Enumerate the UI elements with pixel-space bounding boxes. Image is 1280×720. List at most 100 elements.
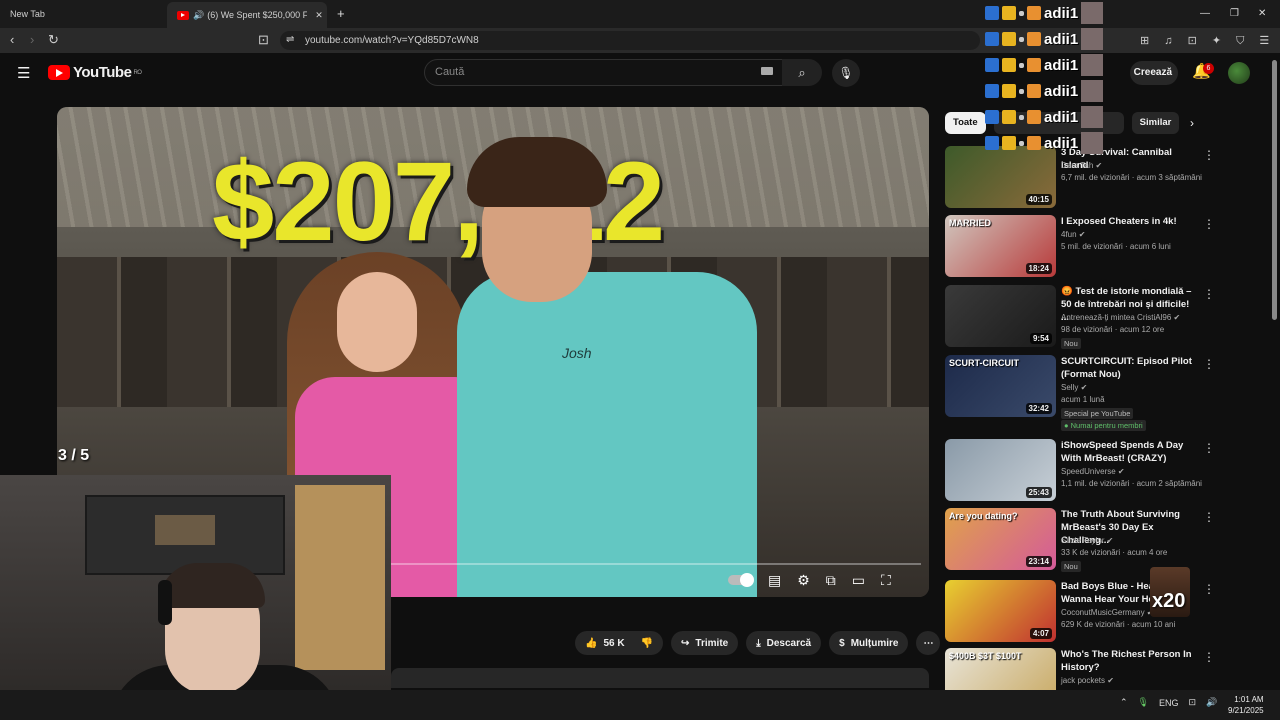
avatar[interactable] — [1228, 62, 1250, 84]
clock-date: 9/21/2025 — [1228, 706, 1264, 715]
channel-name[interactable]: Dara Tah ✔ — [1061, 161, 1102, 170]
dislike-icon[interactable]: 👎 — [641, 638, 653, 649]
more-options-icon[interactable]: ⋮ — [1203, 217, 1215, 231]
gift-badge-icon — [1027, 84, 1041, 98]
bookmark-icon[interactable]: ⊡ — [258, 32, 269, 48]
chevron-up-icon[interactable]: ⌃ — [1120, 697, 1128, 708]
new-tab-button[interactable]: + — [337, 6, 345, 21]
reload-icon[interactable]: ↻ — [48, 32, 59, 48]
video-title[interactable]: Who's The Richest Person In History? — [1061, 648, 1193, 674]
settings-gear-icon[interactable]: ⚙ — [797, 572, 810, 589]
video-thumbnail[interactable]: SCURT-CIRCUIT 32:42 — [945, 355, 1056, 417]
chip-similar[interactable]: Similar — [1131, 112, 1180, 134]
video-card[interactable]: 40:15 3 Day Survival: Cannibal Island Dara… — [945, 146, 1215, 210]
forward-icon[interactable]: › — [30, 32, 34, 47]
theater-mode-icon[interactable]: ▭ — [852, 572, 865, 589]
video-card[interactable]: MARRIED 18:24 I Exposed Cheaters in 4k! 4fu… — [945, 215, 1215, 279]
subtitles-icon[interactable]: ▤ — [768, 572, 781, 589]
video-thumbnail[interactable]: 4:07 — [945, 580, 1056, 642]
channel-name[interactable]: Suzie Taylor ✔ — [1061, 536, 1113, 545]
progress-bar[interactable] — [391, 563, 921, 565]
maximize-icon[interactable]: ❐ — [1230, 8, 1239, 19]
alert-username: adii1 — [1044, 4, 1079, 22]
network-icon[interactable]: ⊡ — [1189, 697, 1197, 708]
video-card[interactable]: 25:43 iShowSpeed Spends A Day With MrBeas… — [945, 439, 1215, 503]
youtube-logo[interactable]: YouTube RO — [48, 64, 142, 81]
download-button[interactable]: ⤓ Descarcă — [746, 631, 822, 655]
more-options-icon[interactable]: ⋮ — [1203, 148, 1215, 162]
sword-badge-icon — [985, 32, 999, 46]
sword-badge-icon — [985, 58, 999, 72]
more-options-icon[interactable]: ⋮ — [1203, 287, 1215, 301]
share-button[interactable]: ↪ Trimite — [671, 631, 739, 655]
more-options-icon[interactable]: ⋮ — [1203, 582, 1215, 596]
video-thumbnail[interactable]: MARRIED 18:24 — [945, 215, 1056, 277]
description-box[interactable] — [391, 668, 929, 688]
more-options-icon[interactable]: ⋮ — [1203, 510, 1215, 524]
alert-row: adii1 — [985, 2, 1104, 24]
crown-badge-icon — [1002, 84, 1016, 98]
video-thumbnail[interactable]: 40:15 — [945, 146, 1056, 208]
player-controls: ▤ ⚙ ⧉ ▭ ⛶ — [728, 572, 891, 589]
channel-name[interactable]: jack pockets ✔ — [1061, 676, 1114, 685]
more-options-icon[interactable]: ⋮ — [1203, 650, 1215, 664]
person-woman-face — [337, 272, 417, 372]
thanks-button[interactable]: $ Mulțumire — [829, 631, 909, 655]
channel-name[interactable]: Selly ✔ — [1061, 383, 1087, 392]
alert-username: adii1 — [1044, 30, 1079, 48]
scrollbar-thumb[interactable] — [1272, 60, 1277, 320]
video-card[interactable]: 9:54 😡 Test de istorie mondială – 50 de î… — [945, 285, 1215, 349]
video-card[interactable]: SCURT-CIRCUIT 32:42 SCURTCIRCUIT: Episod P… — [945, 355, 1215, 431]
minimize-icon[interactable]: — — [1200, 8, 1210, 19]
more-options-icon[interactable]: ⋮ — [1203, 357, 1215, 371]
extensions-area[interactable]: ⊞ ♫ ⊡ ✦ ⛉ ☰ — [1140, 34, 1275, 48]
more-options-icon[interactable]: ⋮ — [1203, 441, 1215, 455]
chevron-right-icon[interactable]: › — [1190, 116, 1194, 130]
create-button[interactable]: Creează — [1130, 61, 1178, 85]
video-title[interactable]: iShowSpeed Spends A Day With MrBeast! (C… — [1061, 439, 1193, 465]
like-button[interactable]: 👍 56 K 👎 — [575, 631, 664, 655]
webcam-door — [295, 485, 385, 670]
channel-name[interactable]: CoconutMusicGermany ✔ — [1061, 608, 1154, 617]
menu-icon[interactable]: ☰ — [17, 64, 30, 82]
video-meta: 629 K de vizionări · acum 10 ani — [1061, 620, 1176, 629]
more-actions-button[interactable]: ⋯ — [916, 631, 941, 655]
video-thumbnail[interactable]: 9:54 — [945, 285, 1056, 347]
search-button[interactable]: ⌕ — [782, 59, 822, 86]
alert-emote-image — [1081, 2, 1104, 24]
alert-emote-image — [1081, 106, 1104, 128]
autoplay-toggle[interactable] — [728, 573, 754, 587]
streamer-webcam — [0, 475, 391, 720]
video-thumbnail[interactable]: Are you dating? 23:14 — [945, 508, 1056, 570]
multiplier-text: x20 — [1152, 590, 1186, 612]
video-title[interactable]: I Exposed Cheaters in 4k! — [1061, 215, 1193, 228]
channel-name[interactable]: SpeedUniverse ✔ — [1061, 467, 1125, 476]
close-tab-icon[interactable]: ✕ — [315, 10, 323, 21]
address-bar[interactable]: youtube.com/watch?v=YQd85D7cWN8 — [280, 31, 980, 50]
sword-badge-icon — [985, 6, 999, 20]
tab-youtube-video[interactable]: 🔊 (6) We Spent $250,000 From ✕ — [167, 2, 327, 28]
site-info-icon[interactable]: ⇌ — [286, 34, 294, 45]
search-input[interactable]: Caută — [424, 59, 819, 86]
tab-new-tab[interactable]: New Tab — [0, 0, 165, 28]
channel-name[interactable]: 4fun ✔ — [1061, 230, 1086, 239]
person-man-shirt — [457, 272, 757, 597]
alert-username: adii1 — [1044, 108, 1079, 126]
miniplayer-icon[interactable]: ⧉ — [826, 572, 836, 589]
video-card[interactable]: Are you dating? 23:14 The Truth About Surv… — [945, 508, 1215, 572]
language-indicator[interactable]: ENG — [1159, 698, 1179, 708]
volume-icon[interactable]: 🔊 — [1206, 697, 1217, 708]
keyboard-icon[interactable] — [761, 67, 773, 75]
download-icon: ⤓ — [756, 637, 761, 649]
video-title[interactable]: SCURTCIRCUIT: Episod Pilot (Format Nou) — [1061, 355, 1193, 381]
duration-badge: 18:24 — [1025, 263, 1052, 274]
video-thumbnail[interactable]: 25:43 — [945, 439, 1056, 501]
fullscreen-icon[interactable]: ⛶ — [881, 572, 891, 589]
microphone-icon[interactable]: 🎙 — [832, 59, 860, 87]
mic-tray-icon[interactable]: 🎙 — [1138, 697, 1149, 708]
close-window-icon[interactable]: ✕ — [1258, 8, 1266, 19]
chip-all[interactable]: Toate — [945, 112, 986, 134]
back-icon[interactable]: ‹ — [10, 32, 14, 47]
channel-name[interactable]: Antrenează-ți mintea CristiAl96 ✔ — [1061, 313, 1180, 322]
clock[interactable]: 1:01 AM 9/21/2025 — [1228, 694, 1264, 716]
